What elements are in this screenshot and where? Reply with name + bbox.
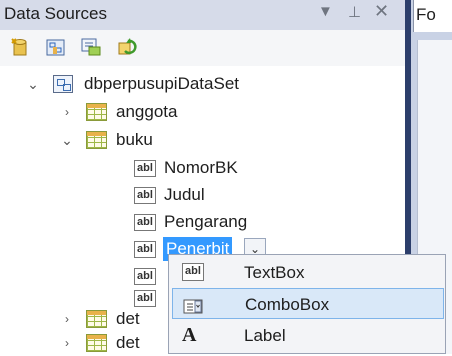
menu-item-combobox[interactable]: ComboBox	[172, 288, 444, 319]
expand-chevron-right-icon[interactable]: ›	[60, 312, 74, 326]
combobox-icon	[183, 295, 205, 314]
expand-chevron-right-icon[interactable]: ›	[60, 336, 74, 350]
panel-titlebar: Data Sources ▼ ⊥ ✕	[0, 0, 405, 30]
document-tab[interactable]: Fo	[413, 0, 452, 32]
tree-node-label: Pengarang	[164, 212, 248, 231]
tree-node-label: NomorBK	[164, 158, 238, 177]
add-data-source-icon[interactable]	[10, 37, 32, 57]
menu-item-label-control[interactable]: A Label	[172, 320, 444, 351]
table-icon	[86, 103, 107, 121]
toolbar	[0, 30, 405, 66]
expand-chevron-down-icon[interactable]: ⌄	[26, 77, 40, 91]
configure-icon[interactable]	[80, 37, 102, 57]
tree-node-table-det[interactable]: › det	[0, 306, 170, 332]
textbox-icon: abl	[182, 263, 204, 281]
tree-node-field-judul[interactable]: abl Judul	[0, 182, 300, 208]
tree-node-label: dbperpusupiDataSet	[84, 74, 240, 93]
tree-node-dataset[interactable]: ⌄ dbperpusupiDataSet	[0, 71, 300, 97]
textbox-field-icon: abl	[134, 160, 156, 177]
tree-node-field-pengarang[interactable]: abl Pengarang	[0, 209, 300, 235]
textbox-field-icon: abl	[134, 241, 156, 258]
menu-item-textbox[interactable]: abl TextBox	[172, 257, 444, 288]
label-control-icon: A	[182, 324, 197, 346]
menu-item-label: ComboBox	[245, 295, 330, 314]
textbox-field-icon: abl	[134, 214, 156, 231]
tree-node-field-nomorbk[interactable]: abl NomorBK	[0, 155, 300, 181]
textbox-field-icon: abl	[134, 268, 156, 285]
tree-node-table-anggota[interactable]: › anggota	[0, 99, 300, 125]
control-type-menu: abl TextBox ComboBox A Label	[168, 254, 446, 354]
textbox-field-icon: abl	[134, 290, 156, 307]
menu-item-label: Label	[244, 326, 286, 345]
tree-node-label: Judul	[164, 185, 205, 204]
expand-chevron-right-icon[interactable]: ›	[60, 105, 74, 119]
pin-icon[interactable]: ⊥	[348, 3, 361, 21]
table-icon	[86, 334, 107, 352]
edit-dataset-icon[interactable]	[45, 37, 67, 57]
document-tab-label: Fo	[416, 5, 436, 24]
close-icon[interactable]: ✕	[374, 1, 389, 22]
refresh-icon[interactable]	[116, 37, 138, 57]
expand-chevron-down-icon[interactable]: ⌄	[60, 133, 74, 147]
tree-node-table-buku[interactable]: ⌄ buku	[0, 127, 300, 153]
tree-node-label: det	[116, 309, 140, 328]
tree-node-field[interactable]: abl	[0, 263, 160, 289]
tree-node-label: anggota	[116, 102, 178, 121]
tree-node-label: det	[116, 333, 140, 352]
tree-node-table-det[interactable]: › det	[0, 330, 170, 356]
table-icon	[86, 310, 107, 328]
dropdown-arrow-icon[interactable]: ▼	[318, 3, 333, 20]
panel-title: Data Sources	[4, 4, 107, 23]
tree-node-label: buku	[116, 130, 153, 149]
table-icon	[86, 131, 107, 149]
textbox-field-icon: abl	[134, 187, 156, 204]
menu-item-label: TextBox	[244, 263, 305, 282]
dataset-icon	[53, 75, 73, 93]
